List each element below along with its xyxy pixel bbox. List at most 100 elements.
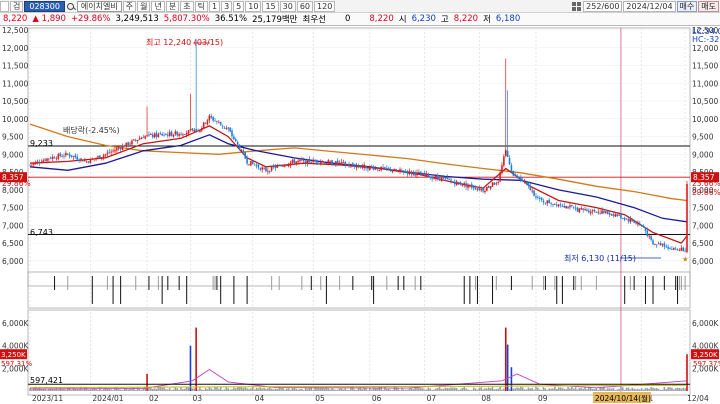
period-button-minute[interactable]: 분 bbox=[165, 0, 180, 12]
volume-bar bbox=[301, 388, 303, 391]
period-button-second[interactable]: 초 bbox=[180, 0, 194, 12]
volume-bar bbox=[444, 387, 447, 391]
volume-bar bbox=[210, 388, 213, 391]
candle-body bbox=[595, 211, 598, 213]
volume-bar bbox=[667, 387, 669, 391]
candle-body bbox=[393, 168, 396, 170]
sell-button[interactable]: 매도 bbox=[698, 0, 719, 12]
volume-bar bbox=[433, 389, 435, 391]
volume-bar bbox=[163, 387, 165, 391]
candle-body bbox=[523, 181, 526, 183]
candle-body bbox=[319, 162, 322, 164]
candle-body bbox=[665, 246, 668, 248]
period-button-month[interactable]: 월 bbox=[137, 0, 151, 12]
candle-body bbox=[684, 250, 686, 252]
volume-bar bbox=[302, 390, 305, 391]
candle-body bbox=[357, 164, 360, 167]
candle-body bbox=[53, 157, 56, 159]
candle-body bbox=[112, 150, 114, 152]
volume-bar bbox=[629, 389, 632, 391]
candle-body bbox=[102, 155, 105, 158]
interval-button-3[interactable]: 3 bbox=[221, 0, 233, 12]
volume-bar bbox=[518, 387, 520, 391]
volume-bar bbox=[404, 389, 407, 391]
candle-body bbox=[593, 209, 596, 212]
candle-body bbox=[187, 129, 190, 134]
volume-bar bbox=[299, 388, 301, 391]
volume-bar bbox=[635, 389, 637, 391]
volume-bar bbox=[501, 389, 503, 391]
volume-bar bbox=[214, 386, 216, 391]
candle-body bbox=[518, 177, 520, 179]
date-input[interactable]: 2024/12/04 bbox=[623, 0, 676, 12]
bar-count-input[interactable]: 252/600 bbox=[583, 0, 623, 12]
market-dropdown[interactable]: 검 bbox=[10, 0, 24, 12]
candle-body bbox=[557, 204, 560, 207]
stock-code-input[interactable]: 028300 bbox=[24, 0, 65, 12]
search-icon[interactable] bbox=[66, 2, 74, 10]
volume-bar bbox=[112, 389, 114, 391]
buy-button[interactable]: 매수 bbox=[676, 0, 698, 12]
interval-button-120[interactable]: 120 bbox=[314, 0, 336, 12]
candle-body bbox=[676, 249, 679, 251]
period-button-week[interactable]: 주 bbox=[122, 0, 137, 12]
price-tick-label-left: 9,000 bbox=[2, 150, 24, 159]
date-tick-label: 04 bbox=[255, 394, 265, 403]
volume-bar bbox=[593, 388, 596, 391]
candle-body bbox=[51, 156, 54, 159]
candle-body bbox=[680, 247, 683, 251]
volume-bar bbox=[555, 388, 558, 391]
candle-body bbox=[280, 165, 282, 167]
volume-bar bbox=[274, 388, 277, 391]
grid-icon[interactable] bbox=[572, 1, 582, 11]
candle-body bbox=[244, 152, 247, 159]
candle-body bbox=[527, 182, 530, 187]
candle-body bbox=[512, 171, 515, 176]
volume-bar bbox=[327, 388, 330, 391]
candle-body bbox=[265, 167, 267, 172]
interval-button-30[interactable]: 30 bbox=[279, 0, 296, 12]
period-button-year[interactable]: 년 bbox=[151, 0, 165, 12]
volume-bar bbox=[671, 387, 673, 391]
volume-bar bbox=[159, 386, 162, 391]
candle-body bbox=[440, 177, 443, 182]
candle-body bbox=[659, 243, 662, 246]
candle-body bbox=[248, 164, 250, 166]
candle-body bbox=[216, 121, 218, 123]
volume-bar bbox=[508, 389, 511, 391]
volume-bar bbox=[538, 389, 541, 391]
candle-body bbox=[423, 172, 426, 175]
volume-bar bbox=[574, 387, 577, 391]
volume-bar bbox=[197, 389, 199, 391]
period-button-tick[interactable]: 틱 bbox=[194, 0, 208, 12]
candle-body bbox=[61, 156, 63, 158]
low-label: 저 bbox=[483, 15, 491, 25]
volume-bar bbox=[335, 389, 337, 391]
volume-bar bbox=[601, 387, 603, 391]
interval-button-60[interactable]: 60 bbox=[296, 0, 314, 12]
stock-chart[interactable]: ★ 2023/112024/0102030405060708091112/042… bbox=[0, 26, 720, 404]
volume-bar bbox=[346, 389, 348, 391]
candle-body bbox=[291, 160, 294, 163]
interval-button-5[interactable]: 5 bbox=[233, 0, 245, 12]
settings-checkbox[interactable] bbox=[0, 0, 9, 12]
candle-body bbox=[531, 190, 533, 192]
date-tick-label: 09 bbox=[538, 394, 548, 403]
volume-bar bbox=[540, 390, 543, 391]
candle-body bbox=[605, 211, 607, 214]
volume-bar bbox=[504, 327, 507, 391]
interval-button-10[interactable]: 10 bbox=[245, 0, 262, 12]
volume-bar bbox=[204, 387, 207, 391]
volume-bar bbox=[270, 388, 273, 391]
candle-body bbox=[386, 168, 388, 169]
candle-body bbox=[552, 204, 554, 205]
price-tick-label-right: 6,500 bbox=[692, 239, 714, 248]
volume-bar bbox=[440, 388, 443, 391]
candle-body bbox=[555, 204, 558, 206]
candle-body bbox=[95, 158, 97, 159]
price-tick-label-left: 9,500 bbox=[2, 133, 24, 142]
candle-body bbox=[627, 218, 630, 222]
interval-button-15[interactable]: 15 bbox=[262, 0, 279, 12]
volume-bar bbox=[72, 387, 75, 391]
interval-button-1[interactable]: 1 bbox=[208, 0, 221, 12]
